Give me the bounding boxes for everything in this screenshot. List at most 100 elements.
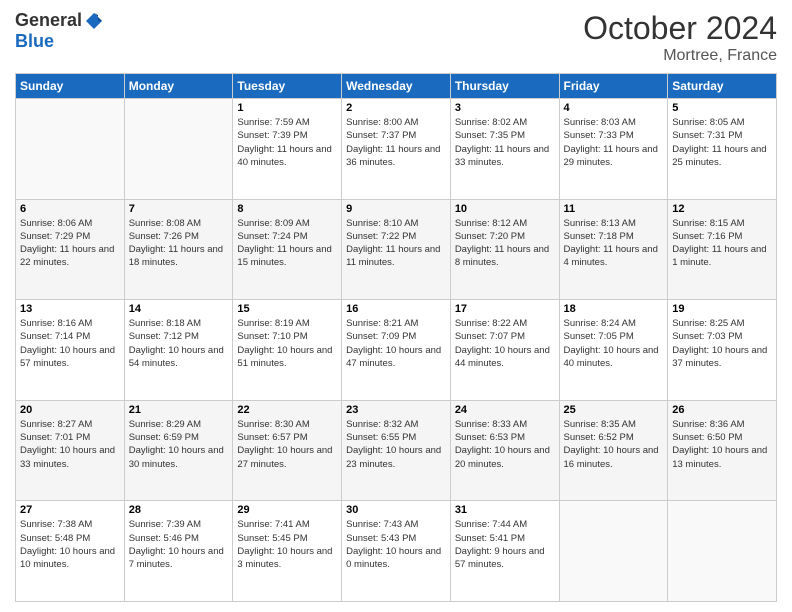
- table-cell: 28Sunrise: 7:39 AMSunset: 5:46 PMDayligh…: [124, 501, 233, 602]
- table-cell: 1Sunrise: 7:59 AMSunset: 7:39 PMDaylight…: [233, 99, 342, 200]
- day-info: Sunrise: 8:24 AMSunset: 7:05 PMDaylight:…: [564, 317, 664, 370]
- table-cell: 26Sunrise: 8:36 AMSunset: 6:50 PMDayligh…: [668, 400, 777, 501]
- day-number: 28: [129, 504, 229, 516]
- sunrise-text: Sunrise: 8:29 AM: [129, 419, 201, 430]
- day-number: 2: [346, 102, 446, 114]
- day-info: Sunrise: 8:16 AM Sunset: 7:14 PM Daylight:…: [20, 317, 120, 370]
- day-info: Sunrise: 8:00 AMSunset: 7:37 PMDaylight:…: [346, 116, 446, 169]
- month-title: October 2024: [583, 10, 777, 47]
- sunset-text: Sunset: 7:07 PM: [455, 331, 525, 342]
- daylight-text: Daylight: 11 hours and 22 minutes.: [20, 244, 114, 268]
- day-info: Sunrise: 8:25 AMSunset: 7:03 PMDaylight:…: [672, 317, 772, 370]
- table-cell: 16Sunrise: 8:21 AMSunset: 7:09 PMDayligh…: [342, 300, 451, 401]
- table-cell: 17Sunrise: 8:22 AMSunset: 7:07 PMDayligh…: [450, 300, 559, 401]
- table-cell: 23Sunrise: 8:32 AMSunset: 6:55 PMDayligh…: [342, 400, 451, 501]
- table-cell: [16, 99, 125, 200]
- table-cell: 12Sunrise: 8:15 AMSunset: 7:16 PMDayligh…: [668, 199, 777, 300]
- day-number: 31: [455, 504, 555, 516]
- sunset-text: Sunset: 7:22 PM: [346, 231, 416, 242]
- week-row-5: 27 Sunrise: 7:38 AMSunset: 5:48 PMDayligh…: [16, 501, 777, 602]
- day-info: Sunrise: 7:38 AMSunset: 5:48 PMDaylight:…: [20, 518, 120, 571]
- table-cell: 2 Sunrise: 8:00 AMSunset: 7:37 PMDaylight…: [342, 99, 451, 200]
- daylight-text: Daylight: 10 hours and 47 minutes.: [346, 345, 441, 369]
- col-thursday: Thursday: [450, 74, 559, 99]
- table-cell: 19 Sunrise: 8:25 AMSunset: 7:03 PMDayligh…: [668, 300, 777, 401]
- daylight-text: Daylight: 10 hours and 57 minutes.: [20, 345, 115, 369]
- daylight-text: Daylight: 10 hours and 20 minutes.: [455, 445, 550, 469]
- logo-general: General: [15, 10, 82, 31]
- page: General Blue October 2024 Mortree, Franc…: [0, 0, 792, 612]
- day-info: Sunrise: 8:18 AMSunset: 7:12 PMDaylight:…: [129, 317, 229, 370]
- day-info: Sunrise: 7:59 AMSunset: 7:39 PMDaylight:…: [237, 116, 337, 169]
- sunrise-text: Sunrise: 8:03 AM: [564, 117, 636, 128]
- sunrise-text: Sunrise: 7:59 AM: [237, 117, 309, 128]
- day-info: Sunrise: 8:32 AMSunset: 6:55 PMDaylight:…: [346, 418, 446, 471]
- day-info: Sunrise: 8:10 AMSunset: 7:22 PMDaylight:…: [346, 217, 446, 270]
- logo-icon: [84, 11, 104, 31]
- day-info: Sunrise: 8:21 AMSunset: 7:09 PMDaylight:…: [346, 317, 446, 370]
- daylight-text: Daylight: 10 hours and 3 minutes.: [237, 546, 332, 570]
- sunrise-text: Sunrise: 8:16 AM: [20, 318, 92, 329]
- day-number: 23: [346, 404, 446, 416]
- table-cell: 4Sunrise: 8:03 AMSunset: 7:33 PMDaylight…: [559, 99, 668, 200]
- day-info: Sunrise: 8:27 AMSunset: 7:01 PMDaylight:…: [20, 418, 120, 471]
- sunset-text: Sunset: 5:45 PM: [237, 533, 307, 544]
- table-cell: 11Sunrise: 8:13 AMSunset: 7:18 PMDayligh…: [559, 199, 668, 300]
- week-row-2: 6Sunrise: 8:06 AMSunset: 7:29 PMDaylight…: [16, 199, 777, 300]
- sunrise-text: Sunrise: 8:06 AM: [20, 218, 92, 229]
- logo-blue: Blue: [15, 31, 54, 52]
- day-info: Sunrise: 7:43 AMSunset: 5:43 PMDaylight:…: [346, 518, 446, 571]
- day-number: 1: [237, 102, 337, 114]
- day-number: 12: [672, 203, 772, 215]
- sunrise-text: Sunrise: 8:05 AM: [672, 117, 744, 128]
- daylight-text: Daylight: 10 hours and 54 minutes.: [129, 345, 224, 369]
- day-info: Sunrise: 8:05 AMSunset: 7:31 PMDaylight:…: [672, 116, 772, 169]
- sunrise-text: Sunrise: 8:36 AM: [672, 419, 744, 430]
- day-number: 20: [20, 404, 120, 416]
- col-wednesday: Wednesday: [342, 74, 451, 99]
- table-cell: 13Sunrise: 8:16 AMSunset: 7:14 PMDayligh…: [16, 300, 125, 401]
- sunset-text: Sunset: 5:43 PM: [346, 533, 416, 544]
- sunset-text: Sunset: 7:18 PM: [564, 231, 634, 242]
- table-cell: 20 Sunrise: 8:27 AMSunset: 7:01 PMDayligh…: [16, 400, 125, 501]
- day-info: Sunrise: 8:35 AMSunset: 6:52 PMDaylight:…: [564, 418, 664, 471]
- table-cell: 27 Sunrise: 7:38 AMSunset: 5:48 PMDayligh…: [16, 501, 125, 602]
- day-number: 22: [237, 404, 337, 416]
- daylight-text: Daylight: 10 hours and 7 minutes.: [129, 546, 224, 570]
- sunrise-text: Sunrise: 8:10 AM: [346, 218, 418, 229]
- sunset-text: Sunset: 7:26 PM: [129, 231, 199, 242]
- table-cell: 10Sunrise: 8:12 AMSunset: 7:20 PMDayligh…: [450, 199, 559, 300]
- sunset-text: Sunset: 5:46 PM: [129, 533, 199, 544]
- table-cell: 5Sunrise: 8:05 AMSunset: 7:31 PMDaylight…: [668, 99, 777, 200]
- sunset-text: Sunset: 6:55 PM: [346, 432, 416, 443]
- sunset-text: Sunset: 7:09 PM: [346, 331, 416, 342]
- logo: General Blue: [15, 10, 104, 52]
- sunset-text: Sunset: 7:33 PM: [564, 130, 634, 141]
- sunset-text: Sunset: 7:14 PM: [20, 331, 90, 342]
- daylight-text: Daylight: 10 hours and 10 minutes.: [20, 546, 115, 570]
- day-number: 26: [672, 404, 772, 416]
- sunrise-text: Sunrise: 8:25 AM: [672, 318, 744, 329]
- sunrise-text: Sunrise: 8:24 AM: [564, 318, 636, 329]
- daylight-text: Daylight: 11 hours and 25 minutes.: [672, 144, 766, 168]
- sunrise-text: Sunrise: 8:35 AM: [564, 419, 636, 430]
- day-number: 29: [237, 504, 337, 516]
- daylight-text: Daylight: 10 hours and 27 minutes.: [237, 445, 332, 469]
- sunset-text: Sunset: 7:39 PM: [237, 130, 307, 141]
- daylight-text: Daylight: 11 hours and 36 minutes.: [346, 144, 440, 168]
- day-number: 27: [20, 504, 120, 516]
- daylight-text: Daylight: 11 hours and 8 minutes.: [455, 244, 549, 268]
- day-info: Sunrise: 8:19 AMSunset: 7:10 PMDaylight:…: [237, 317, 337, 370]
- day-number: 19: [672, 303, 772, 315]
- col-saturday: Saturday: [668, 74, 777, 99]
- daylight-text: Daylight: 11 hours and 29 minutes.: [564, 144, 658, 168]
- day-info: Sunrise: 7:44 AMSunset: 5:41 PMDaylight:…: [455, 518, 555, 571]
- day-number: 21: [129, 404, 229, 416]
- table-cell: 24Sunrise: 8:33 AMSunset: 6:53 PMDayligh…: [450, 400, 559, 501]
- day-number: 8: [237, 203, 337, 215]
- sunrise-text: Sunrise: 7:43 AM: [346, 519, 418, 530]
- sunrise-text: Sunrise: 8:32 AM: [346, 419, 418, 430]
- day-number: 30: [346, 504, 446, 516]
- table-cell: 7Sunrise: 8:08 AMSunset: 7:26 PMDaylight…: [124, 199, 233, 300]
- table-cell: 14Sunrise: 8:18 AMSunset: 7:12 PMDayligh…: [124, 300, 233, 401]
